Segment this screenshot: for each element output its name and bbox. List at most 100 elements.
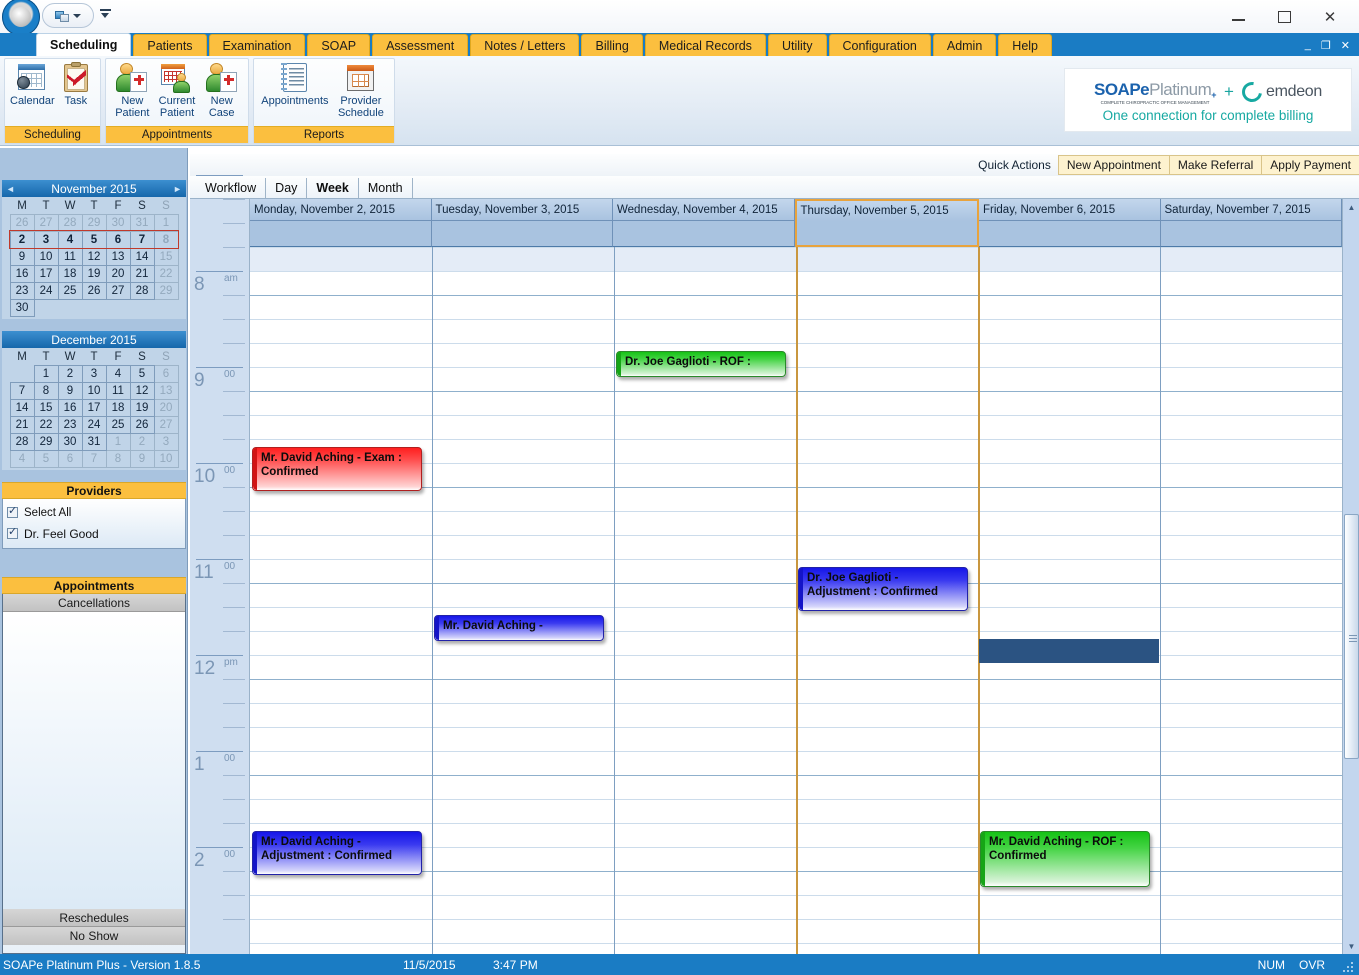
mini-cal-day[interactable]: 15 bbox=[154, 248, 178, 265]
inner-close-button[interactable]: ✕ bbox=[1336, 39, 1355, 52]
mini-cal-day[interactable]: 7 bbox=[82, 450, 106, 467]
ribbon-tab-soap[interactable]: SOAP bbox=[307, 34, 370, 56]
mini-cal-day[interactable]: 6 bbox=[154, 365, 178, 382]
mini-cal-day[interactable]: 9 bbox=[58, 382, 82, 399]
mini-cal-day[interactable]: 16 bbox=[10, 265, 34, 282]
mini-cal-day[interactable]: 12 bbox=[130, 382, 154, 399]
mini-cal-day[interactable]: 5 bbox=[82, 231, 106, 248]
application-orb-button[interactable] bbox=[2, 0, 40, 36]
mini-cal-day[interactable]: 26 bbox=[130, 416, 154, 433]
maximize-button[interactable] bbox=[1261, 2, 1307, 32]
mini-cal-day[interactable]: 9 bbox=[10, 248, 34, 265]
appointment-aching-short[interactable]: Mr. David Aching - bbox=[434, 615, 604, 641]
mini-cal-day[interactable]: 3 bbox=[154, 433, 178, 450]
all-day-cell-3[interactable] bbox=[795, 221, 980, 247]
mini-cal-day[interactable]: 28 bbox=[10, 433, 34, 450]
mini-cal-prev-icon[interactable]: ◄ bbox=[5, 183, 16, 194]
day-header-1[interactable]: Tuesday, November 3, 2015 bbox=[432, 199, 614, 221]
mini-cal-day[interactable]: 4 bbox=[10, 450, 34, 467]
reschedules-button[interactable]: Reschedules bbox=[3, 909, 185, 927]
mini-cal-day[interactable]: 8 bbox=[34, 382, 58, 399]
mini-cal-day[interactable]: 2 bbox=[130, 433, 154, 450]
mini-cal-day[interactable]: 14 bbox=[10, 399, 34, 416]
scroll-down-button[interactable]: ▼ bbox=[1343, 938, 1359, 955]
mini-cal-day[interactable]: 22 bbox=[34, 416, 58, 433]
mini-cal-day[interactable]: 14 bbox=[130, 248, 154, 265]
all-day-cell-4[interactable] bbox=[979, 221, 1161, 247]
mini-cal-day[interactable]: 17 bbox=[34, 265, 58, 282]
day-header-3[interactable]: Thursday, November 5, 2015 bbox=[795, 199, 980, 221]
mini-cal-day[interactable]: 1 bbox=[154, 214, 178, 231]
mini-cal-day[interactable]: 19 bbox=[130, 399, 154, 416]
mini-cal-day[interactable]: 26 bbox=[82, 282, 106, 299]
ribbon-tab-examination[interactable]: Examination bbox=[209, 34, 306, 56]
mini-cal-day[interactable]: 21 bbox=[130, 265, 154, 282]
day-header-4[interactable]: Friday, November 6, 2015 bbox=[979, 199, 1161, 221]
mini-cal-day[interactable]: 11 bbox=[58, 248, 82, 265]
mini-cal-day[interactable]: 5 bbox=[130, 365, 154, 382]
mini-cal-day[interactable]: 25 bbox=[106, 416, 130, 433]
mini-cal-day[interactable]: 1 bbox=[106, 433, 130, 450]
mini-cal-day[interactable]: 3 bbox=[82, 365, 106, 382]
ribbon-tab-help[interactable]: Help bbox=[998, 34, 1052, 56]
scrollbar-thumb[interactable] bbox=[1344, 514, 1359, 759]
mini-cal-day[interactable]: 29 bbox=[82, 214, 106, 231]
view-tab-day[interactable]: Day bbox=[266, 178, 307, 198]
mini-cal-day[interactable]: 26 bbox=[10, 214, 34, 231]
ribbon-tab-scheduling[interactable]: Scheduling bbox=[36, 33, 131, 56]
ribbon-tab-utility[interactable]: Utility bbox=[768, 34, 827, 56]
ribbon-button-calendar[interactable]: Calendar bbox=[10, 62, 55, 108]
mini-cal-next-icon[interactable]: ► bbox=[172, 183, 183, 194]
mini-cal-day[interactable]: 31 bbox=[82, 433, 106, 450]
mini-cal-day[interactable]: 27 bbox=[106, 282, 130, 299]
mini-cal-day[interactable]: 29 bbox=[154, 282, 178, 299]
mini-cal-day[interactable]: 13 bbox=[154, 382, 178, 399]
ribbon-tab-medical-records[interactable]: Medical Records bbox=[645, 34, 766, 56]
appointment-aching-adjustment[interactable]: Mr. David Aching - Adjustment : Confirme… bbox=[252, 831, 422, 875]
mini-cal-day[interactable]: 17 bbox=[82, 399, 106, 416]
scroll-up-button[interactable]: ▲ bbox=[1343, 199, 1359, 216]
close-button[interactable]: ✕ bbox=[1307, 2, 1353, 32]
mini-cal-day[interactable]: 1 bbox=[34, 365, 58, 382]
mini-cal-day[interactable]: 23 bbox=[10, 282, 34, 299]
mini-cal-day[interactable]: 29 bbox=[34, 433, 58, 450]
ribbon-button-new-patient[interactable]: NewPatient bbox=[111, 62, 154, 119]
provider-row-1[interactable]: Dr. Feel Good bbox=[7, 523, 181, 544]
mini-cal-day[interactable]: 28 bbox=[58, 214, 82, 231]
ribbon-tab-billing[interactable]: Billing bbox=[581, 34, 642, 56]
ribbon-button-new-case[interactable]: NewCase bbox=[200, 62, 243, 119]
mini-cal-day[interactable]: 16 bbox=[58, 399, 82, 416]
day-header-5[interactable]: Saturday, November 7, 2015 bbox=[1161, 199, 1343, 221]
mini-cal-day[interactable]: 27 bbox=[154, 416, 178, 433]
ribbon-tab-assessment[interactable]: Assessment bbox=[372, 34, 468, 56]
mini-cal-day[interactable]: 3 bbox=[34, 231, 58, 248]
selected-time-slot[interactable] bbox=[979, 639, 1159, 663]
chevron-down-icon[interactable] bbox=[73, 14, 81, 18]
mini-cal-day[interactable]: 15 bbox=[34, 399, 58, 416]
all-day-cell-2[interactable] bbox=[613, 221, 795, 247]
mini-cal-day[interactable]: 20 bbox=[106, 265, 130, 282]
new-appointment-button[interactable]: New Appointment bbox=[1058, 155, 1170, 175]
mini-cal-day[interactable]: 18 bbox=[58, 265, 82, 282]
mini-cal-day[interactable]: 22 bbox=[154, 265, 178, 282]
make-referral-button[interactable]: Make Referral bbox=[1169, 155, 1262, 175]
checkbox-checked-icon[interactable] bbox=[7, 528, 18, 539]
view-tab-month[interactable]: Month bbox=[359, 178, 413, 198]
no-show-button[interactable]: No Show bbox=[3, 927, 185, 945]
quick-access-toolbar[interactable] bbox=[42, 3, 94, 28]
day-header-0[interactable]: Monday, November 2, 2015 bbox=[250, 199, 432, 221]
document-window-controls[interactable]: _❐✕ bbox=[1300, 34, 1359, 56]
mini-cal-day[interactable]: 18 bbox=[106, 399, 130, 416]
appointment-gaglioti-rof[interactable]: Dr. Joe Gaglioti - ROF : bbox=[616, 351, 786, 377]
mini-calendar-december[interactable]: December 2015MTWTFSS12345678910111213141… bbox=[2, 331, 186, 470]
ribbon-button-task[interactable]: Task bbox=[57, 62, 95, 108]
mini-cal-day[interactable]: 13 bbox=[106, 248, 130, 265]
mini-cal-day[interactable]: 10 bbox=[34, 248, 58, 265]
mini-cal-day[interactable]: 6 bbox=[58, 450, 82, 467]
mini-cal-day[interactable]: 24 bbox=[34, 282, 58, 299]
checkbox-checked-icon[interactable] bbox=[7, 507, 18, 518]
provider-row-0[interactable]: Select All bbox=[7, 502, 181, 523]
ribbon-button-provider-schedule[interactable]: ProviderSchedule bbox=[333, 62, 389, 119]
mini-cal-day[interactable]: 8 bbox=[106, 450, 130, 467]
mini-cal-day[interactable]: 23 bbox=[58, 416, 82, 433]
